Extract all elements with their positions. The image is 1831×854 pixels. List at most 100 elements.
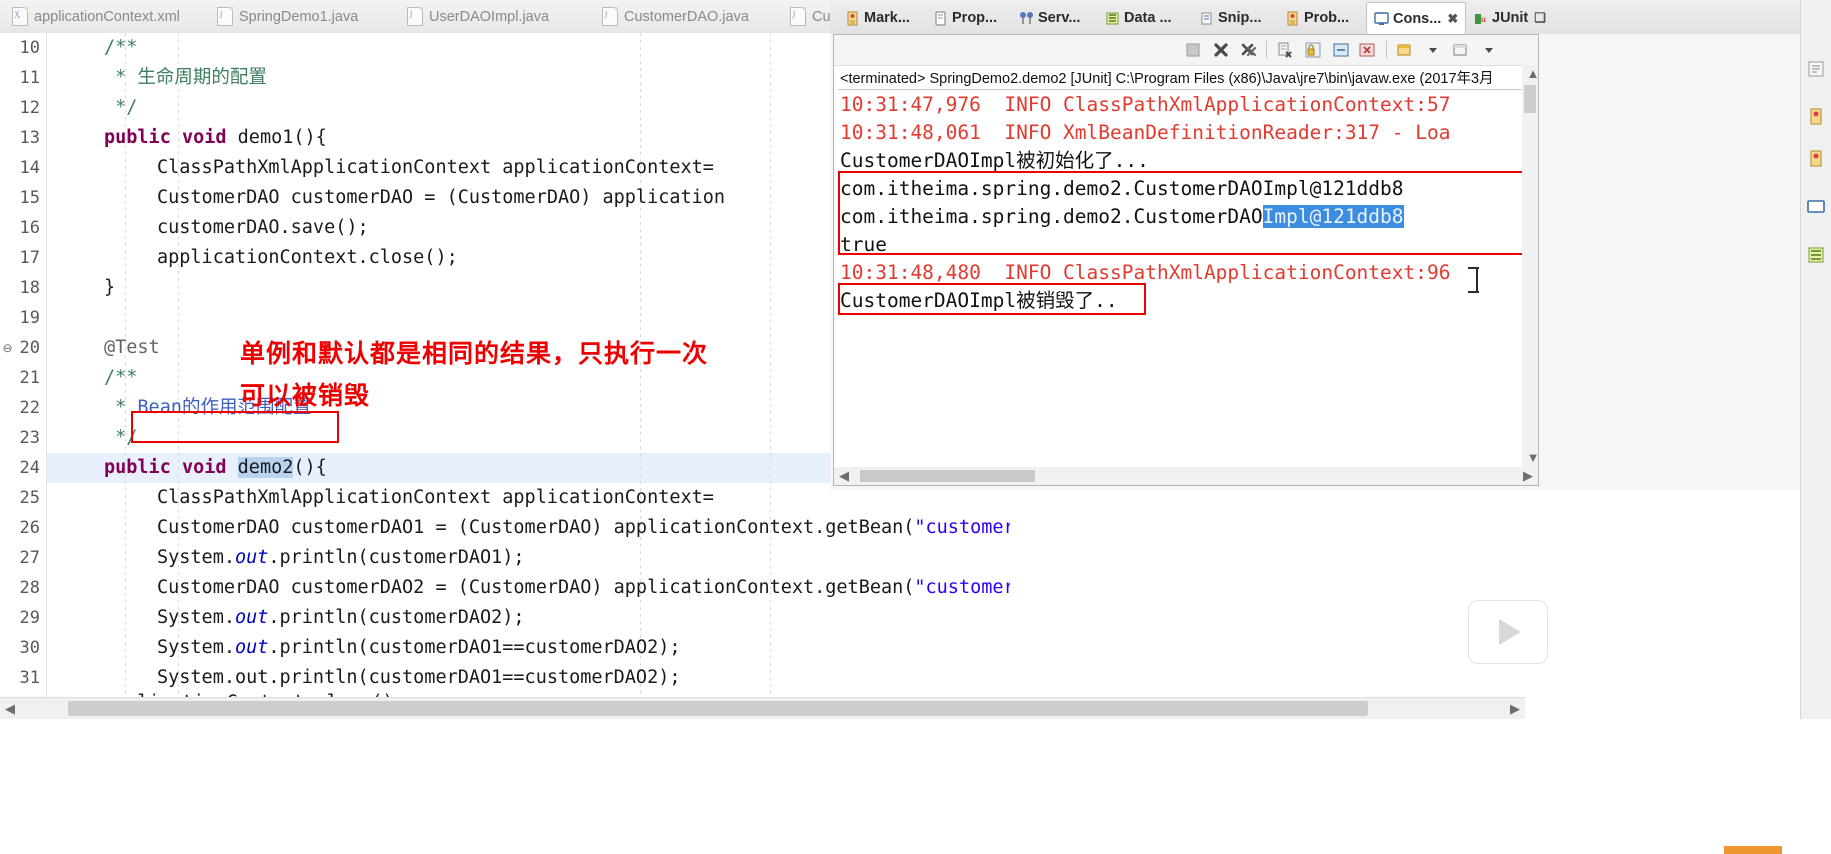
tab-label: Data ... bbox=[1124, 10, 1172, 26]
editor-tab-springdemo1-java[interactable]: J SpringDemo1.java bbox=[205, 0, 370, 33]
annotation-bean-scope-box bbox=[131, 411, 339, 443]
scrollbar-thumb[interactable] bbox=[860, 470, 1035, 482]
line-number: 14 bbox=[19, 158, 40, 178]
scrollbar-thumb[interactable] bbox=[68, 701, 1368, 716]
code-line: applicationContext.close(); bbox=[157, 247, 458, 268]
scroll-left-arrow-icon[interactable]: ◀ bbox=[0, 698, 20, 720]
open-console-icon[interactable] bbox=[1396, 41, 1414, 59]
code-line: CustomerDAO customerDAO = (CustomerDAO) … bbox=[157, 187, 726, 208]
console-toolbar bbox=[834, 35, 1538, 66]
code-line: System.out.println(customerDAO2); bbox=[157, 607, 525, 628]
tab-junit[interactable]: u JUnit ❏ bbox=[1466, 2, 1553, 34]
tab-label: Mark... bbox=[864, 10, 910, 26]
console-separator bbox=[838, 89, 1534, 90]
tab-label: Prob... bbox=[1304, 10, 1350, 26]
tab-label: Prop... bbox=[952, 10, 998, 26]
annotation-box-destroyed bbox=[838, 283, 1146, 315]
chevron-down-icon[interactable] bbox=[1424, 41, 1442, 59]
tab-data-source-explorer[interactable]: Data ... bbox=[1098, 2, 1179, 34]
code-line: CustomerDAO customerDAO2 = (CustomerDAO)… bbox=[157, 577, 1010, 598]
console-icon[interactable] bbox=[1807, 198, 1825, 216]
xml-file-icon: X bbox=[12, 7, 28, 26]
scroll-up-arrow-icon[interactable]: ▲ bbox=[1523, 63, 1543, 85]
tab-label: Snip... bbox=[1218, 10, 1262, 26]
console-vertical-scrollbar[interactable]: ▲ ▼ bbox=[1522, 65, 1539, 467]
line-number: 30 bbox=[19, 638, 40, 658]
line-number: 21 bbox=[19, 368, 40, 388]
console-icon bbox=[1374, 11, 1389, 26]
pin-console-icon[interactable] bbox=[1332, 41, 1350, 59]
editor-gutter[interactable]: 10 11 12 13 14 15 16 17 18 19 20 ⊖ 21 22… bbox=[0, 33, 47, 704]
play-triangle-icon bbox=[1499, 619, 1521, 645]
code-line: /** bbox=[104, 37, 138, 58]
scroll-right-arrow-icon[interactable]: ▶ bbox=[1505, 698, 1525, 720]
new-console-view-icon[interactable] bbox=[1452, 41, 1470, 59]
line-number: 23 bbox=[19, 428, 40, 448]
tab-label: JUnit bbox=[1492, 10, 1529, 26]
code-line: customerDAO.save(); bbox=[157, 217, 369, 238]
problems-icon[interactable] bbox=[1807, 150, 1825, 168]
remove-all-terminated-icon[interactable] bbox=[1240, 41, 1258, 59]
tab-properties[interactable]: Prop... bbox=[926, 2, 1004, 34]
code-line: ClassPathXmlApplicationContext applicati… bbox=[157, 157, 714, 178]
line-number: 26 bbox=[19, 518, 40, 538]
code-line: System.out.println(customerDAO1==custome… bbox=[157, 637, 681, 658]
servers-icon bbox=[1019, 11, 1034, 26]
marker-icon bbox=[845, 11, 860, 26]
properties-icon bbox=[933, 11, 948, 26]
junit-icon: u bbox=[1473, 11, 1488, 26]
code-line: public void demo1(){ bbox=[104, 127, 327, 148]
chevron-down-icon[interactable] bbox=[1480, 41, 1498, 59]
annotation-note: 单例和默认都是相同的结果，只执行一次 可以被销毁 bbox=[240, 333, 820, 417]
scroll-lock-icon[interactable] bbox=[1304, 41, 1322, 59]
console-tab-bar: Mark... Prop... Serv... Data ... Snip... bbox=[830, 0, 1831, 34]
editor-tab-customerdao-java[interactable]: J CustomerDAO.java bbox=[590, 0, 761, 33]
outline-view-icon[interactable] bbox=[1807, 60, 1825, 78]
folding-marker-icon[interactable]: ⊖ bbox=[2, 342, 13, 354]
terminate-icon[interactable] bbox=[1184, 41, 1202, 59]
editor-tab-applicationcontext-xml[interactable]: X applicationContext.xml bbox=[0, 0, 192, 33]
line-number: 17 bbox=[19, 248, 40, 268]
line-number: 10 bbox=[19, 38, 40, 58]
problems-icon bbox=[1285, 11, 1300, 26]
console-horizontal-scrollbar[interactable]: ◀ ▶ bbox=[834, 467, 1538, 485]
tab-servers[interactable]: Serv... bbox=[1012, 2, 1087, 34]
console-output[interactable]: 10:31:47,976 INFO ClassPathXmlApplicatio… bbox=[838, 91, 1534, 459]
annotation-box-instances bbox=[838, 171, 1528, 255]
close-icon[interactable]: ✖ bbox=[1447, 11, 1458, 27]
line-number: 12 bbox=[19, 98, 40, 118]
line-number: 15 bbox=[19, 188, 40, 208]
taskbar-accent-sliver bbox=[1724, 846, 1782, 854]
scroll-left-arrow-icon[interactable]: ◀ bbox=[834, 467, 854, 485]
console-panel: Mark... Prop... Serv... Data ... Snip... bbox=[830, 0, 1831, 490]
tab-problems[interactable]: Prob... bbox=[1278, 2, 1356, 34]
display-selected-console-icon[interactable] bbox=[1358, 41, 1376, 59]
annotation-note-line1: 单例和默认都是相同的结果，只执行一次 bbox=[240, 339, 709, 368]
data-source-icon[interactable] bbox=[1807, 246, 1825, 264]
text-cursor-icon bbox=[1468, 267, 1479, 293]
tab-markers[interactable]: Mark... bbox=[838, 2, 917, 34]
toolbar-separator bbox=[1266, 41, 1267, 59]
remove-launch-icon[interactable] bbox=[1212, 41, 1230, 59]
marker-icon[interactable] bbox=[1807, 108, 1825, 126]
scrollbar-thumb[interactable] bbox=[1524, 85, 1536, 113]
line-number: 20 bbox=[19, 338, 40, 358]
scroll-right-arrow-icon[interactable]: ▶ bbox=[1518, 467, 1538, 485]
java-file-icon: J bbox=[407, 7, 423, 26]
java-file-icon: J bbox=[790, 7, 806, 26]
editor-horizontal-scrollbar[interactable]: ◀ ▶ bbox=[0, 697, 1525, 720]
editor-tab-userdaoimpl-java[interactable]: J UserDAOImpl.java bbox=[395, 0, 561, 33]
console-view[interactable]: <terminated> SpringDemo2.demo2 [JUnit] C… bbox=[833, 34, 1539, 486]
console-output-line: 10:31:48,061 INFO XmlBeanDefinitionReade… bbox=[840, 121, 1451, 144]
scroll-down-arrow-icon[interactable]: ▼ bbox=[1523, 447, 1543, 469]
terminated-process-label: <terminated> SpringDemo2.demo2 [JUnit] C… bbox=[840, 71, 1494, 87]
clear-console-icon[interactable] bbox=[1276, 41, 1294, 59]
line-number: 22 bbox=[19, 398, 40, 418]
tab-snippets[interactable]: Snip... bbox=[1192, 2, 1269, 34]
tab-console[interactable]: Cons... ✖ bbox=[1366, 2, 1467, 34]
code-line: } bbox=[104, 277, 116, 298]
code-line: */ bbox=[104, 97, 138, 118]
code-line: System.out.println(customerDAO1); bbox=[157, 547, 525, 568]
minimize-icon[interactable]: ❏ bbox=[1534, 10, 1546, 26]
tab-label: Cons... bbox=[1393, 10, 1442, 27]
